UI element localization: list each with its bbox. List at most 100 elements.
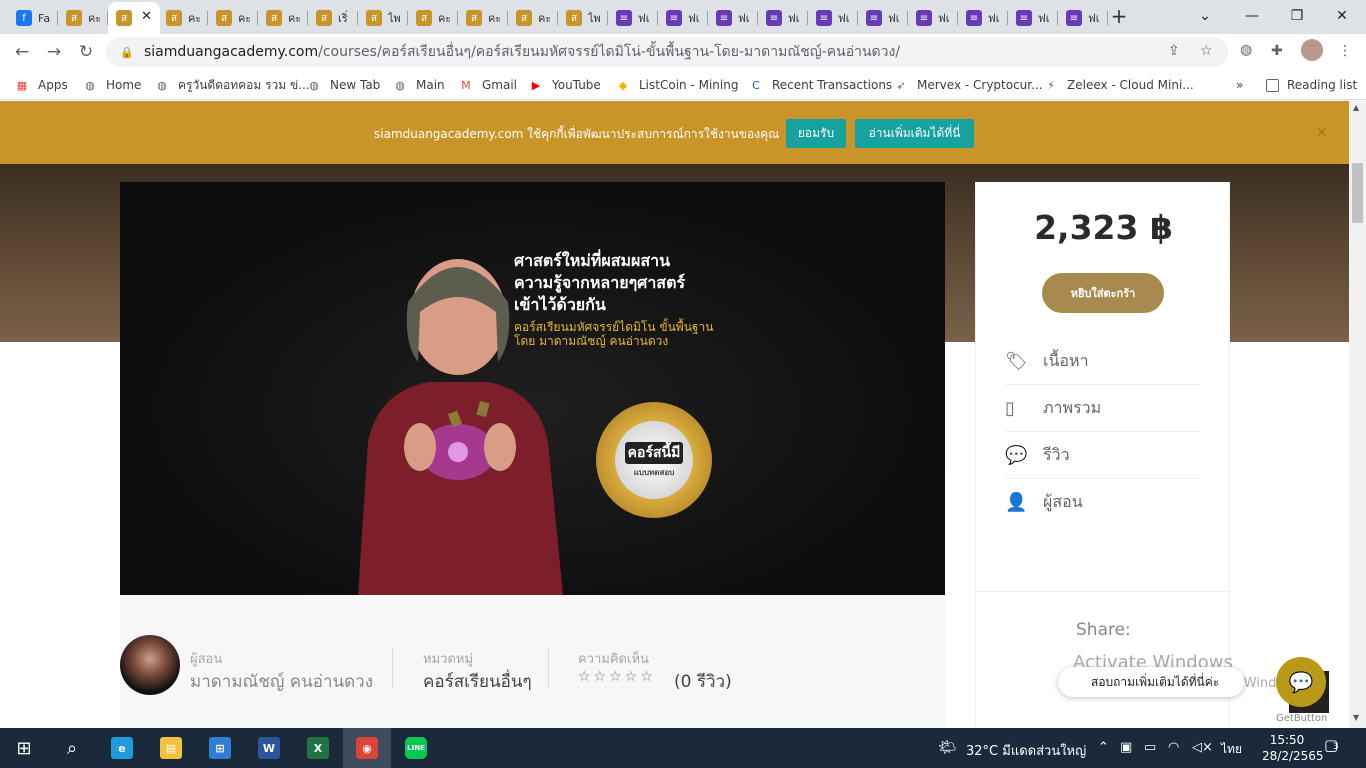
taskbar-button[interactable]: W <box>245 728 293 768</box>
bookmark-item[interactable]: ◆ ListCoin - Mining <box>615 76 739 94</box>
bookmark-item[interactable]: ▶ YouTube <box>528 76 601 94</box>
bookmark-star-icon[interactable]: ☆ <box>1200 43 1213 59</box>
tab-8[interactable]: ส คะ <box>408 4 458 32</box>
taskbar-button[interactable]: e <box>98 728 146 768</box>
bookmark-item[interactable]: C Recent Transactions <box>748 76 892 94</box>
getbutton-label[interactable]: GetButton <box>1276 713 1327 724</box>
new-tab-button[interactable]: + <box>1108 5 1130 27</box>
taskbar-button[interactable]: ▤ <box>147 728 195 768</box>
notification-center-icon[interactable]: ▢ 3 <box>1324 736 1346 758</box>
tab-0[interactable]: f Fa <box>8 4 58 32</box>
cookie-text: siamduangacademy.com ใช้คุกกี้เพื่อพัฒนา… <box>374 127 780 141</box>
page-scrollbar[interactable]: ▲ ▼ <box>1349 101 1366 728</box>
tab-2[interactable]: ส ✕ <box>108 2 160 34</box>
input-language[interactable]: ไทย <box>1221 740 1242 759</box>
more-bookmarks-button[interactable]: » <box>1236 76 1243 94</box>
tab-title: ไพ <box>388 12 400 25</box>
tab-15[interactable]: ≡ ฟเ <box>758 4 808 32</box>
bookmark-item[interactable]: M Gmail <box>458 76 517 94</box>
bookmark-item[interactable]: ▦ Apps <box>14 76 68 94</box>
add-to-cart-button[interactable]: หยิบใส่ตะกร้า <box>1042 273 1164 313</box>
scroll-thumb[interactable] <box>1352 163 1363 223</box>
volume-icon[interactable]: ◁× <box>1192 740 1213 755</box>
extensions-puzzle-icon[interactable]: ✚ <box>1271 43 1283 59</box>
tab-7[interactable]: ส ไพ <box>358 4 408 32</box>
tab-9[interactable]: ส คะ <box>458 4 508 32</box>
restore-button[interactable]: ❐ <box>1275 2 1319 30</box>
tab-3[interactable]: ส คะ <box>158 4 208 32</box>
taskbar-button[interactable]: ⌕ <box>48 728 96 768</box>
bookmark-item[interactable]: ◍ ครูวันดีดอทคอม รวม ข่... <box>154 76 309 94</box>
tab-14[interactable]: ≡ ฟเ <box>708 4 758 32</box>
bookmark-item[interactable]: ◍ Main <box>392 76 444 94</box>
url-domain: siamduangacademy.com <box>144 44 319 60</box>
taskbar-button[interactable]: ⊞ <box>0 728 48 768</box>
sidebar-menu-item[interactable]: 🏷 เนื้อหา <box>1005 338 1201 385</box>
forms-icon: ≡ <box>716 10 732 26</box>
reading-list-label: Reading list <box>1287 78 1358 92</box>
scroll-down-arrow-icon[interactable]: ▼ <box>1353 713 1359 722</box>
sidebar-menu-item[interactable]: 👤 ผู้สอน <box>1005 479 1201 526</box>
close-window-button[interactable]: ✕ <box>1320 2 1364 30</box>
bookmark-item[interactable]: ⚡ Zeleex - Cloud Mini... <box>1043 76 1194 94</box>
tab-search-icon[interactable]: ⌄ <box>1183 2 1227 30</box>
globe-icon: ◍ <box>309 78 319 92</box>
tab-16[interactable]: ≡ ฟเ <box>808 4 858 32</box>
meet-icon[interactable]: ▣ <box>1120 740 1132 755</box>
sidebar-menu-item[interactable]: ▯ ภาพรวม <box>1005 385 1201 432</box>
sidebar-menu-label: ผู้สอน <box>1043 492 1083 511</box>
pinterest-extension-icon[interactable]: ◍ <box>1240 42 1252 58</box>
back-button[interactable]: ← <box>10 40 34 64</box>
category-value[interactable]: คอร์สเรียนอื่นๆ <box>423 668 532 695</box>
scroll-up-arrow-icon[interactable]: ▲ <box>1353 103 1359 112</box>
tray-chevron-icon[interactable]: ⌃ <box>1098 740 1109 755</box>
taskbar-button[interactable]: LINE <box>392 728 440 768</box>
cookie-close-icon[interactable]: ✕ <box>1316 125 1328 141</box>
tab-11[interactable]: ส ไพ <box>558 4 608 32</box>
battery-icon[interactable]: ▭ <box>1144 740 1156 755</box>
taskbar-button[interactable]: X <box>294 728 342 768</box>
instructor-name-link[interactable]: มาดามณัชญ์ คนอ่านดวง <box>190 668 373 695</box>
tab-21[interactable]: ≡ ฟเ <box>1058 4 1108 32</box>
close-tab-icon[interactable]: ✕ <box>141 9 152 24</box>
bookmark-label: Recent Transactions <box>772 78 893 92</box>
bookmark-item[interactable]: ◍ New Tab <box>306 76 380 94</box>
tab-5[interactable]: ส คะ <box>258 4 308 32</box>
chat-prompt-bubble[interactable]: สอบถามเพิ่มเติมได้ที่นี่ค่ะ <box>1058 667 1244 697</box>
tab-12[interactable]: ≡ ฟเ <box>608 4 658 32</box>
bookmark-label: ListCoin - Mining <box>639 78 739 92</box>
weather-text[interactable]: 32°C มีแดดส่วนใหญ่ <box>966 740 1086 761</box>
tab-title: เริ่ <box>338 12 348 25</box>
minimize-button[interactable]: — <box>1230 2 1274 30</box>
reload-button[interactable]: ↻ <box>74 40 98 64</box>
taskbar-button[interactable]: ⊞ <box>196 728 244 768</box>
bookmark-item[interactable]: ◍ Home <box>82 76 141 94</box>
forms-icon: ≡ <box>816 10 832 26</box>
bookmark-item[interactable]: ➶ Mervex - Cryptocur... <box>893 76 1042 94</box>
tab-17[interactable]: ≡ ฟเ <box>858 4 908 32</box>
tab-1[interactable]: ส คะ <box>58 4 108 32</box>
tab-19[interactable]: ≡ ฟเ <box>958 4 1008 32</box>
instructor-avatar[interactable] <box>120 635 180 695</box>
cookie-accept-button[interactable]: ยอมรับ <box>786 119 846 148</box>
tab-20[interactable]: ≡ ฟเ <box>1008 4 1058 32</box>
share-icon[interactable]: ⇪ <box>1168 43 1180 59</box>
tab-6[interactable]: ส เริ่ <box>308 4 358 32</box>
menu-kebab-icon[interactable]: ⋮ <box>1338 43 1352 59</box>
cookie-read-more-button[interactable]: อ่านเพิ่มเติมได้ที่นี่ <box>855 119 974 148</box>
address-bar[interactable]: 🔒 siamduangacademy.com /courses/คอร์สเรี… <box>106 37 1228 67</box>
chat-widget-button[interactable]: 💬 <box>1276 657 1326 707</box>
tab-4[interactable]: ส คะ <box>208 4 258 32</box>
tab-18[interactable]: ≡ ฟเ <box>908 4 958 32</box>
profile-avatar[interactable] <box>1301 39 1323 61</box>
system-clock[interactable]: 15:50 28/2/2565 <box>1262 732 1324 764</box>
sidebar-menu-item[interactable]: 💬 รีวิว <box>1005 432 1201 479</box>
weather-sun-icon[interactable]: 🌤 <box>938 738 957 756</box>
instructor-label: ผู้สอน <box>190 652 223 667</box>
forward-button[interactable]: → <box>42 40 66 64</box>
tab-13[interactable]: ≡ ฟเ <box>658 4 708 32</box>
reading-list-button[interactable]: Reading list <box>1266 76 1357 94</box>
taskbar-button[interactable]: ◉ <box>343 728 391 768</box>
tab-10[interactable]: ส คะ <box>508 4 558 32</box>
wifi-icon[interactable]: ◠ <box>1168 740 1179 755</box>
